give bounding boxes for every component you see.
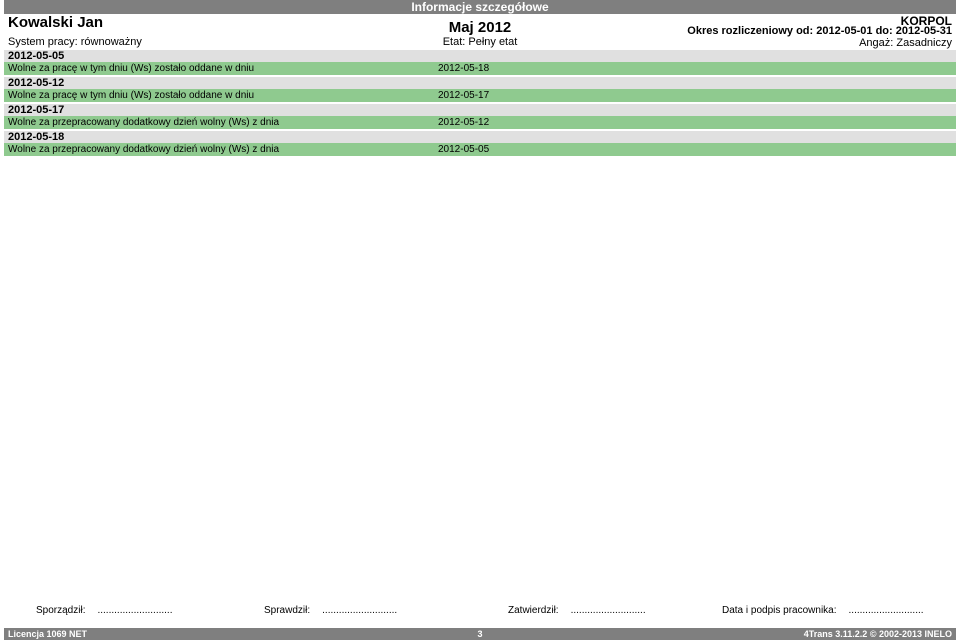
record-related-date: 2012-05-17 <box>438 90 490 101</box>
report-title: Informacje szczegółowe <box>411 0 549 14</box>
signature-section: Sporządził:........................... S… <box>0 605 960 619</box>
record-date: 2012-05-12 <box>4 77 956 89</box>
signature-approved-line: ........................... <box>570 605 646 616</box>
record-description: Wolne za przepracowany dodatkowy dzień w… <box>8 144 280 155</box>
record-item: 2012-05-18 Wolne za przepracowany dodatk… <box>4 131 956 156</box>
signature-prepared-line: ........................... <box>97 605 173 616</box>
signature-checked-label: Sprawdził: <box>264 605 311 616</box>
signature-approved-label: Zatwierdził: <box>508 605 559 616</box>
report-title-bar: Informacje szczegółowe <box>4 0 956 14</box>
record-related-date: 2012-05-18 <box>438 63 490 74</box>
record-date: 2012-05-05 <box>4 50 956 62</box>
record-description: Wolne za przepracowany dodatkowy dzień w… <box>8 117 280 128</box>
footer-bar: Licencja 1069 NET 3 4Trans 3.11.2.2 © 20… <box>4 628 956 640</box>
employment-type: Etat: Pełny etat <box>442 36 518 48</box>
signature-employee: Data i podpis pracownika:...............… <box>722 605 924 616</box>
record-detail: Wolne za przepracowany dodatkowy dzień w… <box>4 143 956 156</box>
record-date: 2012-05-17 <box>4 104 956 116</box>
signature-approved: Zatwierdził:........................... <box>508 605 646 616</box>
record-detail: Wolne za pracę w tym dniu (Ws) zostało o… <box>4 62 956 75</box>
record-detail: Wolne za przepracowany dodatkowy dzień w… <box>4 116 956 129</box>
record-detail: Wolne za pracę w tym dniu (Ws) zostało o… <box>4 89 956 102</box>
records-list: 2012-05-05 Wolne za pracę w tym dniu (Ws… <box>4 50 956 158</box>
record-description: Wolne za pracę w tym dniu (Ws) zostało o… <box>8 63 255 74</box>
record-item: 2012-05-17 Wolne za przepracowany dodatk… <box>4 104 956 129</box>
record-item: 2012-05-12 Wolne za pracę w tym dniu (Ws… <box>4 77 956 102</box>
signature-employee-line: ........................... <box>848 605 924 616</box>
version-info: 4Trans 3.11.2.2 © 2002-2013 INELO <box>803 629 952 639</box>
record-related-date: 2012-05-12 <box>438 117 490 128</box>
engagement-type: Angaż: Zasadniczy <box>859 37 952 49</box>
signature-prepared: Sporządził:........................... <box>36 605 172 616</box>
record-description: Wolne za pracę w tym dniu (Ws) zostało o… <box>8 90 255 101</box>
signature-checked-line: ........................... <box>322 605 398 616</box>
record-item: 2012-05-05 Wolne za pracę w tym dniu (Ws… <box>4 50 956 75</box>
signature-checked: Sprawdził:........................... <box>264 605 397 616</box>
record-related-date: 2012-05-05 <box>438 144 490 155</box>
signature-employee-label: Data i podpis pracownika: <box>722 605 837 616</box>
settlement-period: Okres rozliczeniowy od: 2012-05-01 do: 2… <box>687 25 952 37</box>
signature-prepared-label: Sporządził: <box>36 605 86 616</box>
record-date: 2012-05-18 <box>4 131 956 143</box>
